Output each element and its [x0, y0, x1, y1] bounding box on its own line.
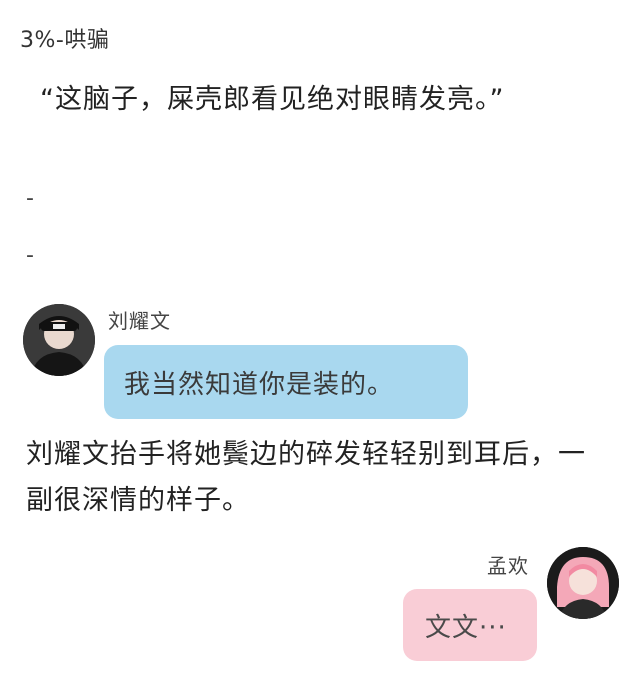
avatar-liu-yaowen[interactable] [23, 304, 95, 376]
message-text: 我当然知道你是装的。 [124, 369, 395, 400]
sender-name: 刘耀文 [108, 309, 171, 333]
separator-dash: - [26, 243, 34, 268]
avatar-meng-huan[interactable] [547, 547, 619, 619]
person-avatar-icon [547, 547, 619, 619]
chat-bubble[interactable]: 文文··· [403, 589, 537, 661]
narration-line-2: 刘耀文抬手将她鬓边的碎发轻轻别到耳后，一副很深情的样子。 [26, 439, 586, 516]
narration-line-1: “这脑子，屎壳郎看见绝对眼睛发亮。” [40, 84, 505, 115]
separator-dash: - [26, 186, 34, 211]
sender-name: 孟欢 [487, 554, 529, 578]
message-text: 文文··· [425, 612, 507, 643]
person-avatar-icon [23, 304, 95, 376]
chat-bubble[interactable]: 我当然知道你是装的。 [104, 345, 468, 419]
chapter-title: 3%-哄骗 [20, 28, 110, 53]
